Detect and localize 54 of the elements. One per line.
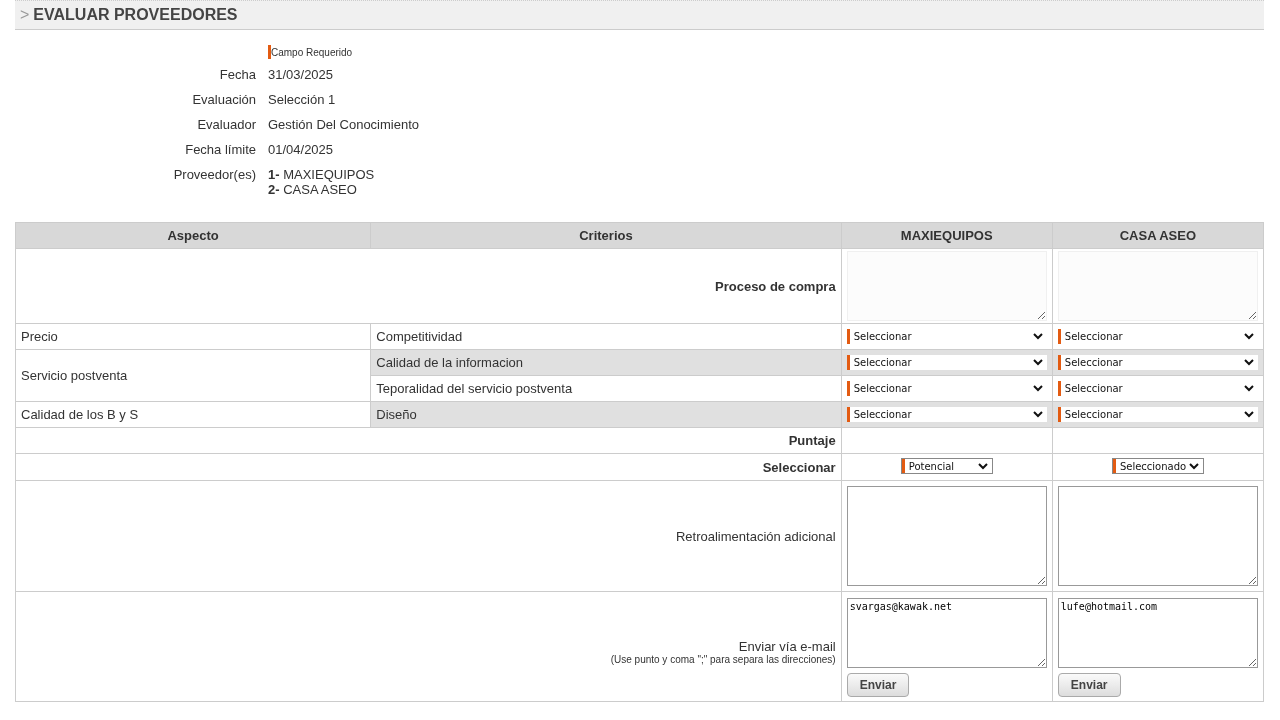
dropdown[interactable]: Seleccionar <box>1057 355 1258 370</box>
email-field[interactable]: lufe@hotmail.com <box>1057 597 1258 668</box>
dropdown[interactable]: Seleccionar <box>846 407 1047 422</box>
row-label: Retroalimentación adicional <box>675 528 836 544</box>
field-label: Fecha límite <box>184 142 256 157</box>
field-label: Proveedor(es) <box>172 167 256 184</box>
column-header: Criterios <box>370 222 842 249</box>
table-cell: Diseño <box>370 401 842 428</box>
chevron-down-icon <box>1243 411 1254 418</box>
field-value: 01/04/2025 <box>268 142 334 157</box>
table-cell: Calidad de los B y S <box>15 401 371 428</box>
column-header: Aspecto <box>15 222 371 249</box>
field-value: Selección 1 <box>268 92 336 107</box>
text-area[interactable] <box>846 486 1047 586</box>
table-cell: Precio <box>15 323 371 350</box>
chevron-down-icon <box>1032 385 1043 392</box>
field-label: Evaluador <box>196 117 256 132</box>
chevron-down-icon <box>1243 359 1254 366</box>
row-label: Seleccionar <box>762 459 836 475</box>
field-value: Gestión Del Conocimiento <box>268 117 420 132</box>
chevron-down-icon <box>1243 385 1254 392</box>
field-value: 31/03/2025 <box>268 67 334 82</box>
column-header: CASA ASEO <box>1052 222 1264 249</box>
row-label: Proceso de compra <box>715 278 836 294</box>
row-label: Puntaje <box>788 433 836 448</box>
text-area[interactable] <box>1057 486 1258 586</box>
email-field[interactable]: svargas@kawak.net <box>846 597 1047 668</box>
field-label: Evaluación <box>191 92 256 107</box>
chevron-down-icon <box>1032 333 1043 340</box>
chevron-marker: > <box>20 6 30 24</box>
dropdown[interactable]: Seleccionar <box>846 355 1047 370</box>
send-button[interactable]: Enviar <box>1057 672 1121 697</box>
field-label: Fecha <box>218 67 256 82</box>
table-cell: Calidad de la informacion <box>370 349 842 376</box>
table-cell: Servicio postventa <box>15 349 371 402</box>
page-title: EVALUAR PROVEEDORES <box>33 6 238 24</box>
dropdown[interactable]: Seleccionado <box>1111 458 1204 474</box>
chevron-down-icon <box>1032 359 1043 366</box>
hint-text: (Use punto y coma ";" para separa las direcciones) <box>609 653 836 665</box>
column-header: MAXIEQUIPOS <box>841 222 1053 249</box>
chevron-down-icon <box>1243 333 1254 340</box>
dropdown[interactable]: Potencial <box>900 458 993 474</box>
chevron-down-icon <box>1032 411 1043 418</box>
row-label: Enviar vía e-mail <box>737 638 836 654</box>
required-legend: Campo Requerido <box>271 46 353 58</box>
send-button[interactable]: Enviar <box>846 672 910 697</box>
field-value: 2- CASA ASEO <box>268 182 358 197</box>
field-value: 1- MAXIEQUIPOS <box>268 167 375 182</box>
table-cell: Competitividad <box>370 323 842 350</box>
chevron-down-icon <box>977 462 988 470</box>
chevron-down-icon <box>1188 462 1199 470</box>
required-marker-icon <box>268 45 271 59</box>
table-cell: Teporalidad del servicio postventa <box>370 375 842 402</box>
dropdown[interactable]: Seleccionar <box>1057 407 1258 422</box>
